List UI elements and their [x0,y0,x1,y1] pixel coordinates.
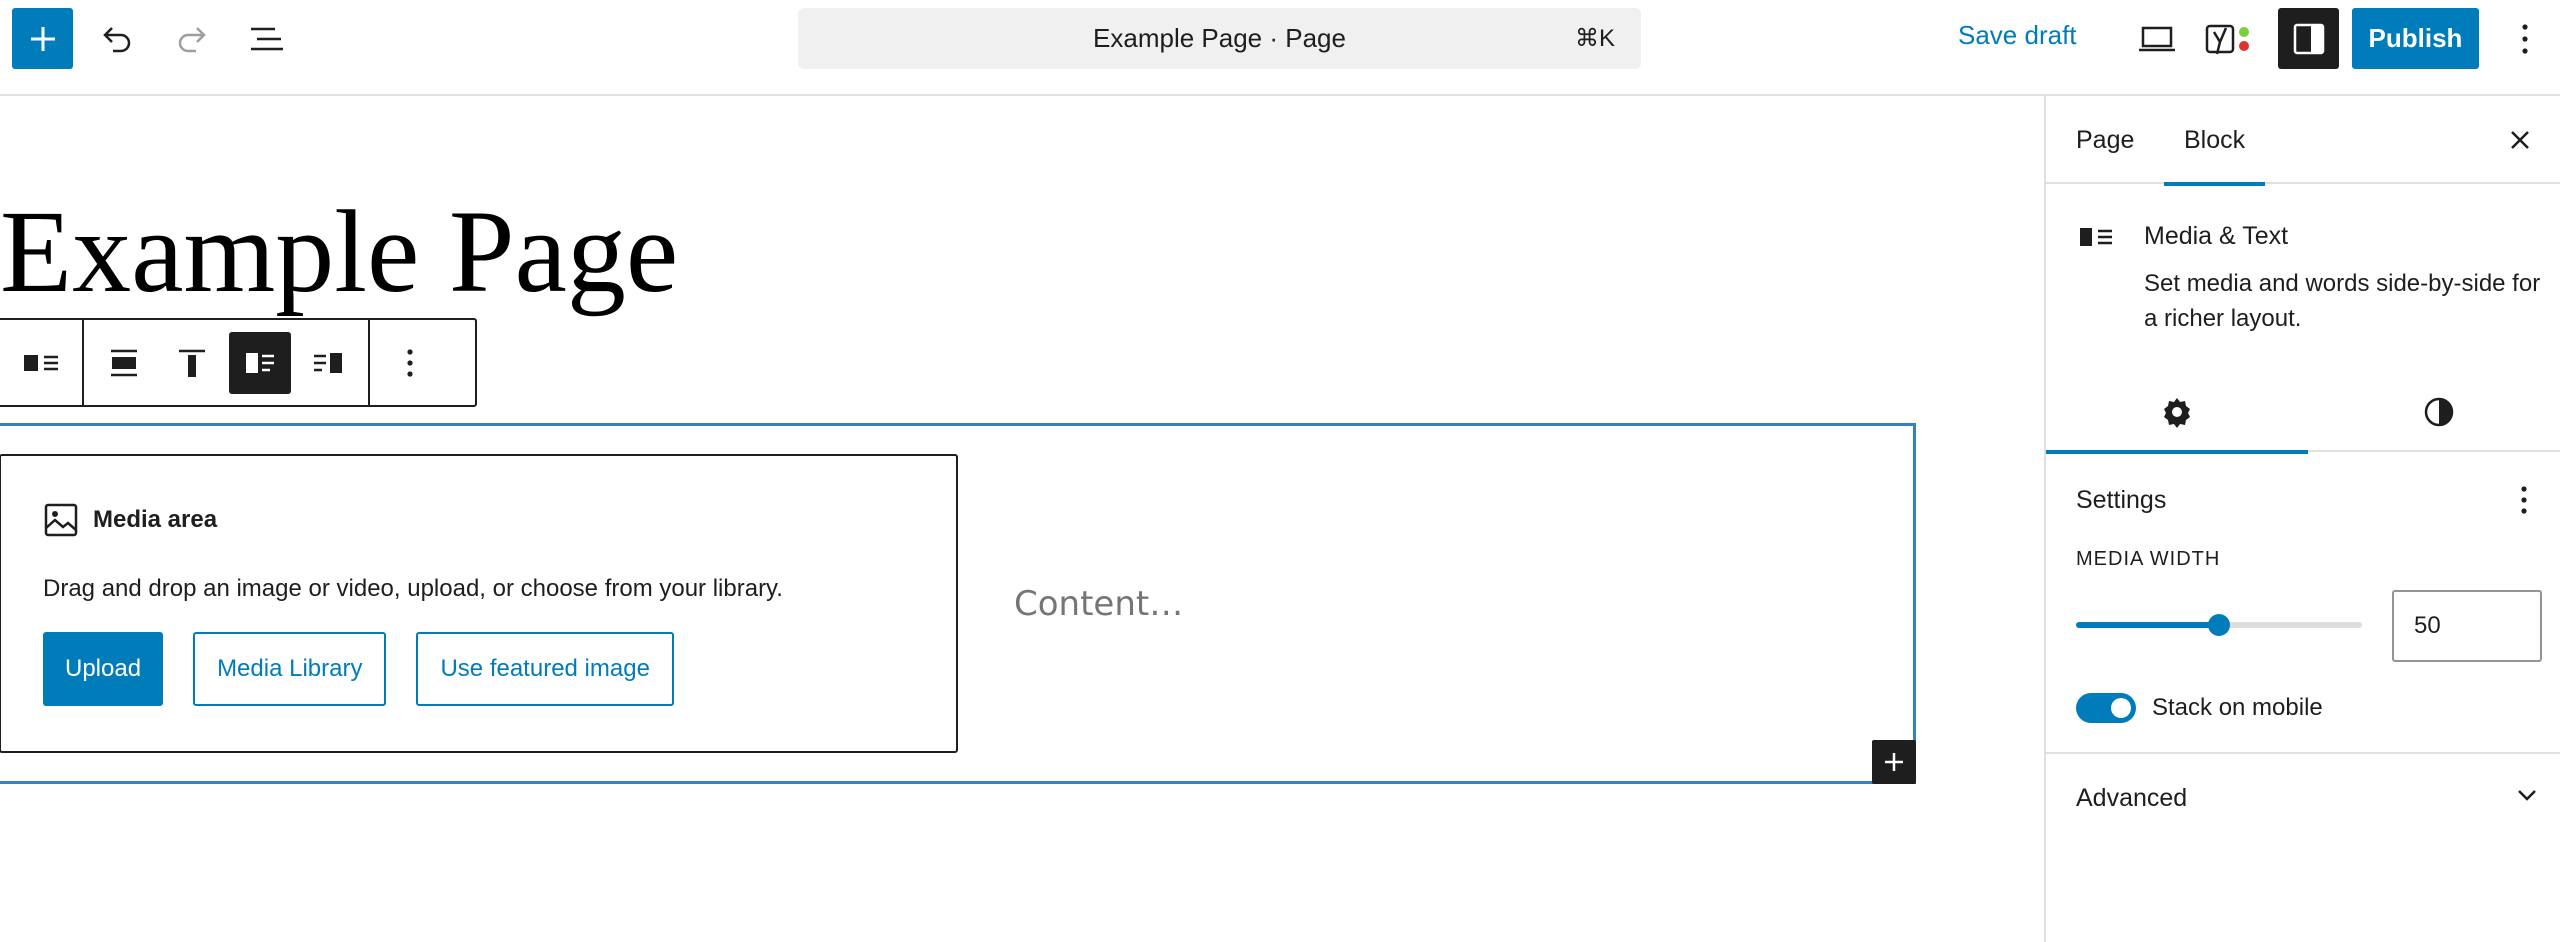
undo-button[interactable] [92,14,142,64]
more-vertical-icon [407,348,413,377]
media-placeholder: Media area Drag and drop an image or vid… [0,454,958,753]
advanced-panel-toggle[interactable]: Advanced [2046,754,2560,844]
command-palette-bar[interactable]: Example Page · Page ⌘K [798,8,1641,69]
media-width-slider[interactable] [2076,614,2362,636]
chevron-down-icon [2512,780,2542,815]
media-placeholder-header: Media area [43,502,217,538]
advanced-panel-title: Advanced [2076,784,2188,812]
publish-button[interactable]: Publish [2352,8,2479,69]
media-library-button[interactable]: Media Library [193,632,387,706]
alignment-group [84,320,370,405]
tab-page[interactable]: Page [2076,96,2134,184]
gear-icon [2164,398,2190,428]
media-width-input[interactable] [2392,590,2542,662]
settings-sidebar: Page Block Media & Text Set media and wo… [2044,96,2560,942]
close-icon [2511,131,2529,149]
preview-button[interactable] [2132,14,2182,64]
media-right-button[interactable] [297,332,359,394]
settings-sidebar-toggle[interactable] [2278,8,2339,69]
more-vertical-icon [2521,486,2527,514]
options-menu-button[interactable] [2500,14,2550,64]
block-options-button[interactable] [379,332,441,394]
add-block-button[interactable] [1872,740,1916,784]
media-width-label: MEDIA WIDTH [2076,548,2221,570]
sidebar-tabs: Page Block [2046,96,2560,186]
block-card-title: Media & Text [2144,222,2289,250]
document-title: Example Page · Page [1093,23,1346,53]
tab-block[interactable]: Block [2164,96,2266,186]
redo-button[interactable] [167,14,217,64]
media-text-icon [2078,224,2118,257]
media-instructions: Drag and drop an image or video, upload,… [43,575,783,602]
command-shortcut: ⌘K [1574,25,1615,52]
image-icon [44,503,78,537]
media-text-icon [24,354,58,371]
media-left-icon [246,352,274,373]
plus-icon [30,26,55,51]
document-overview-button[interactable] [242,14,292,64]
inspector-subtabs [2046,372,2560,454]
yoast-seo-button[interactable] [2204,14,2254,64]
sidebar-icon [2293,23,2324,54]
redo-icon [178,27,206,53]
block-switcher-group [0,320,84,405]
more-options-group [370,320,450,405]
media-left-button[interactable] [229,331,291,394]
settings-panel-title: Settings [2076,486,2167,514]
tab-styles[interactable] [2308,372,2560,452]
media-right-icon [314,352,342,373]
undo-icon [103,27,131,53]
plus-icon [1885,753,1903,771]
vertical-align-button[interactable] [161,332,223,394]
settings-panel-options-button[interactable] [2502,478,2546,522]
block-toolbar [0,318,477,407]
content-placeholder[interactable]: Content… [1014,584,1183,624]
media-text-block[interactable]: Media area Drag and drop an image or vid… [0,423,1916,784]
media-width-slider-fill [2076,622,2219,628]
save-draft-button[interactable]: Save draft [1958,20,2077,51]
tab-settings[interactable] [2046,372,2308,454]
media-buttons: Upload Media Library Use featured image [43,632,674,706]
editor-header: Example Page · Page ⌘K Save draft Publis… [0,0,2560,96]
stack-on-mobile-label: Stack on mobile [2152,694,2323,721]
list-view-icon [251,27,283,51]
editor-canvas: Example Page Media area Drag and drop an… [0,96,2044,942]
close-sidebar-button[interactable] [2496,116,2544,164]
upload-button[interactable]: Upload [43,632,164,706]
contrast-icon [2424,397,2454,427]
more-vertical-icon [2522,24,2528,54]
block-type-switcher[interactable] [11,332,73,394]
stack-on-mobile-toggle[interactable] [2076,693,2136,723]
toggle-knob [2111,698,2131,718]
align-top-icon [179,349,205,377]
block-inserter-button[interactable] [12,8,73,69]
block-card-description: Set media and words side-by-side for a r… [2144,270,2541,332]
media-width-slider-thumb[interactable] [2208,614,2230,636]
media-area-label: Media area [93,506,218,533]
align-button[interactable] [93,332,155,394]
page-title[interactable]: Example Page [0,192,678,312]
align-wide-icon [111,349,137,376]
desktop-preview-icon [2139,26,2175,52]
use-featured-image-button[interactable]: Use featured image [416,632,674,706]
yoast-seo-icon [2205,24,2249,55]
